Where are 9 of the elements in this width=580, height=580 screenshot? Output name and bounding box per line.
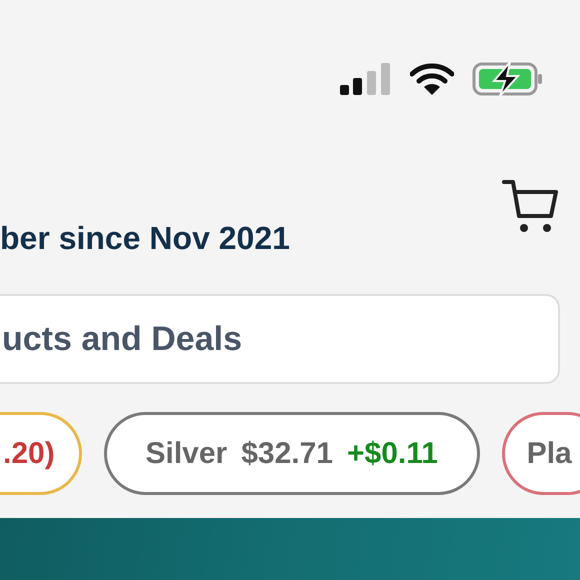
member-since-text: ber since Nov 2021 — [0, 219, 291, 258]
price-ticker-chip[interactable]: Pla — [502, 412, 580, 495]
cart-icon[interactable] — [502, 178, 558, 234]
price-ticker-chip[interactable]: Silver $32.71 +$0.11 — [104, 412, 480, 495]
signal-icon — [340, 63, 392, 95]
battery-icon — [472, 62, 544, 96]
search-field[interactable]: ucts and Deals — [0, 294, 560, 384]
wifi-icon — [410, 63, 454, 95]
price-ticker-chip[interactable]: .20) — [0, 412, 82, 495]
